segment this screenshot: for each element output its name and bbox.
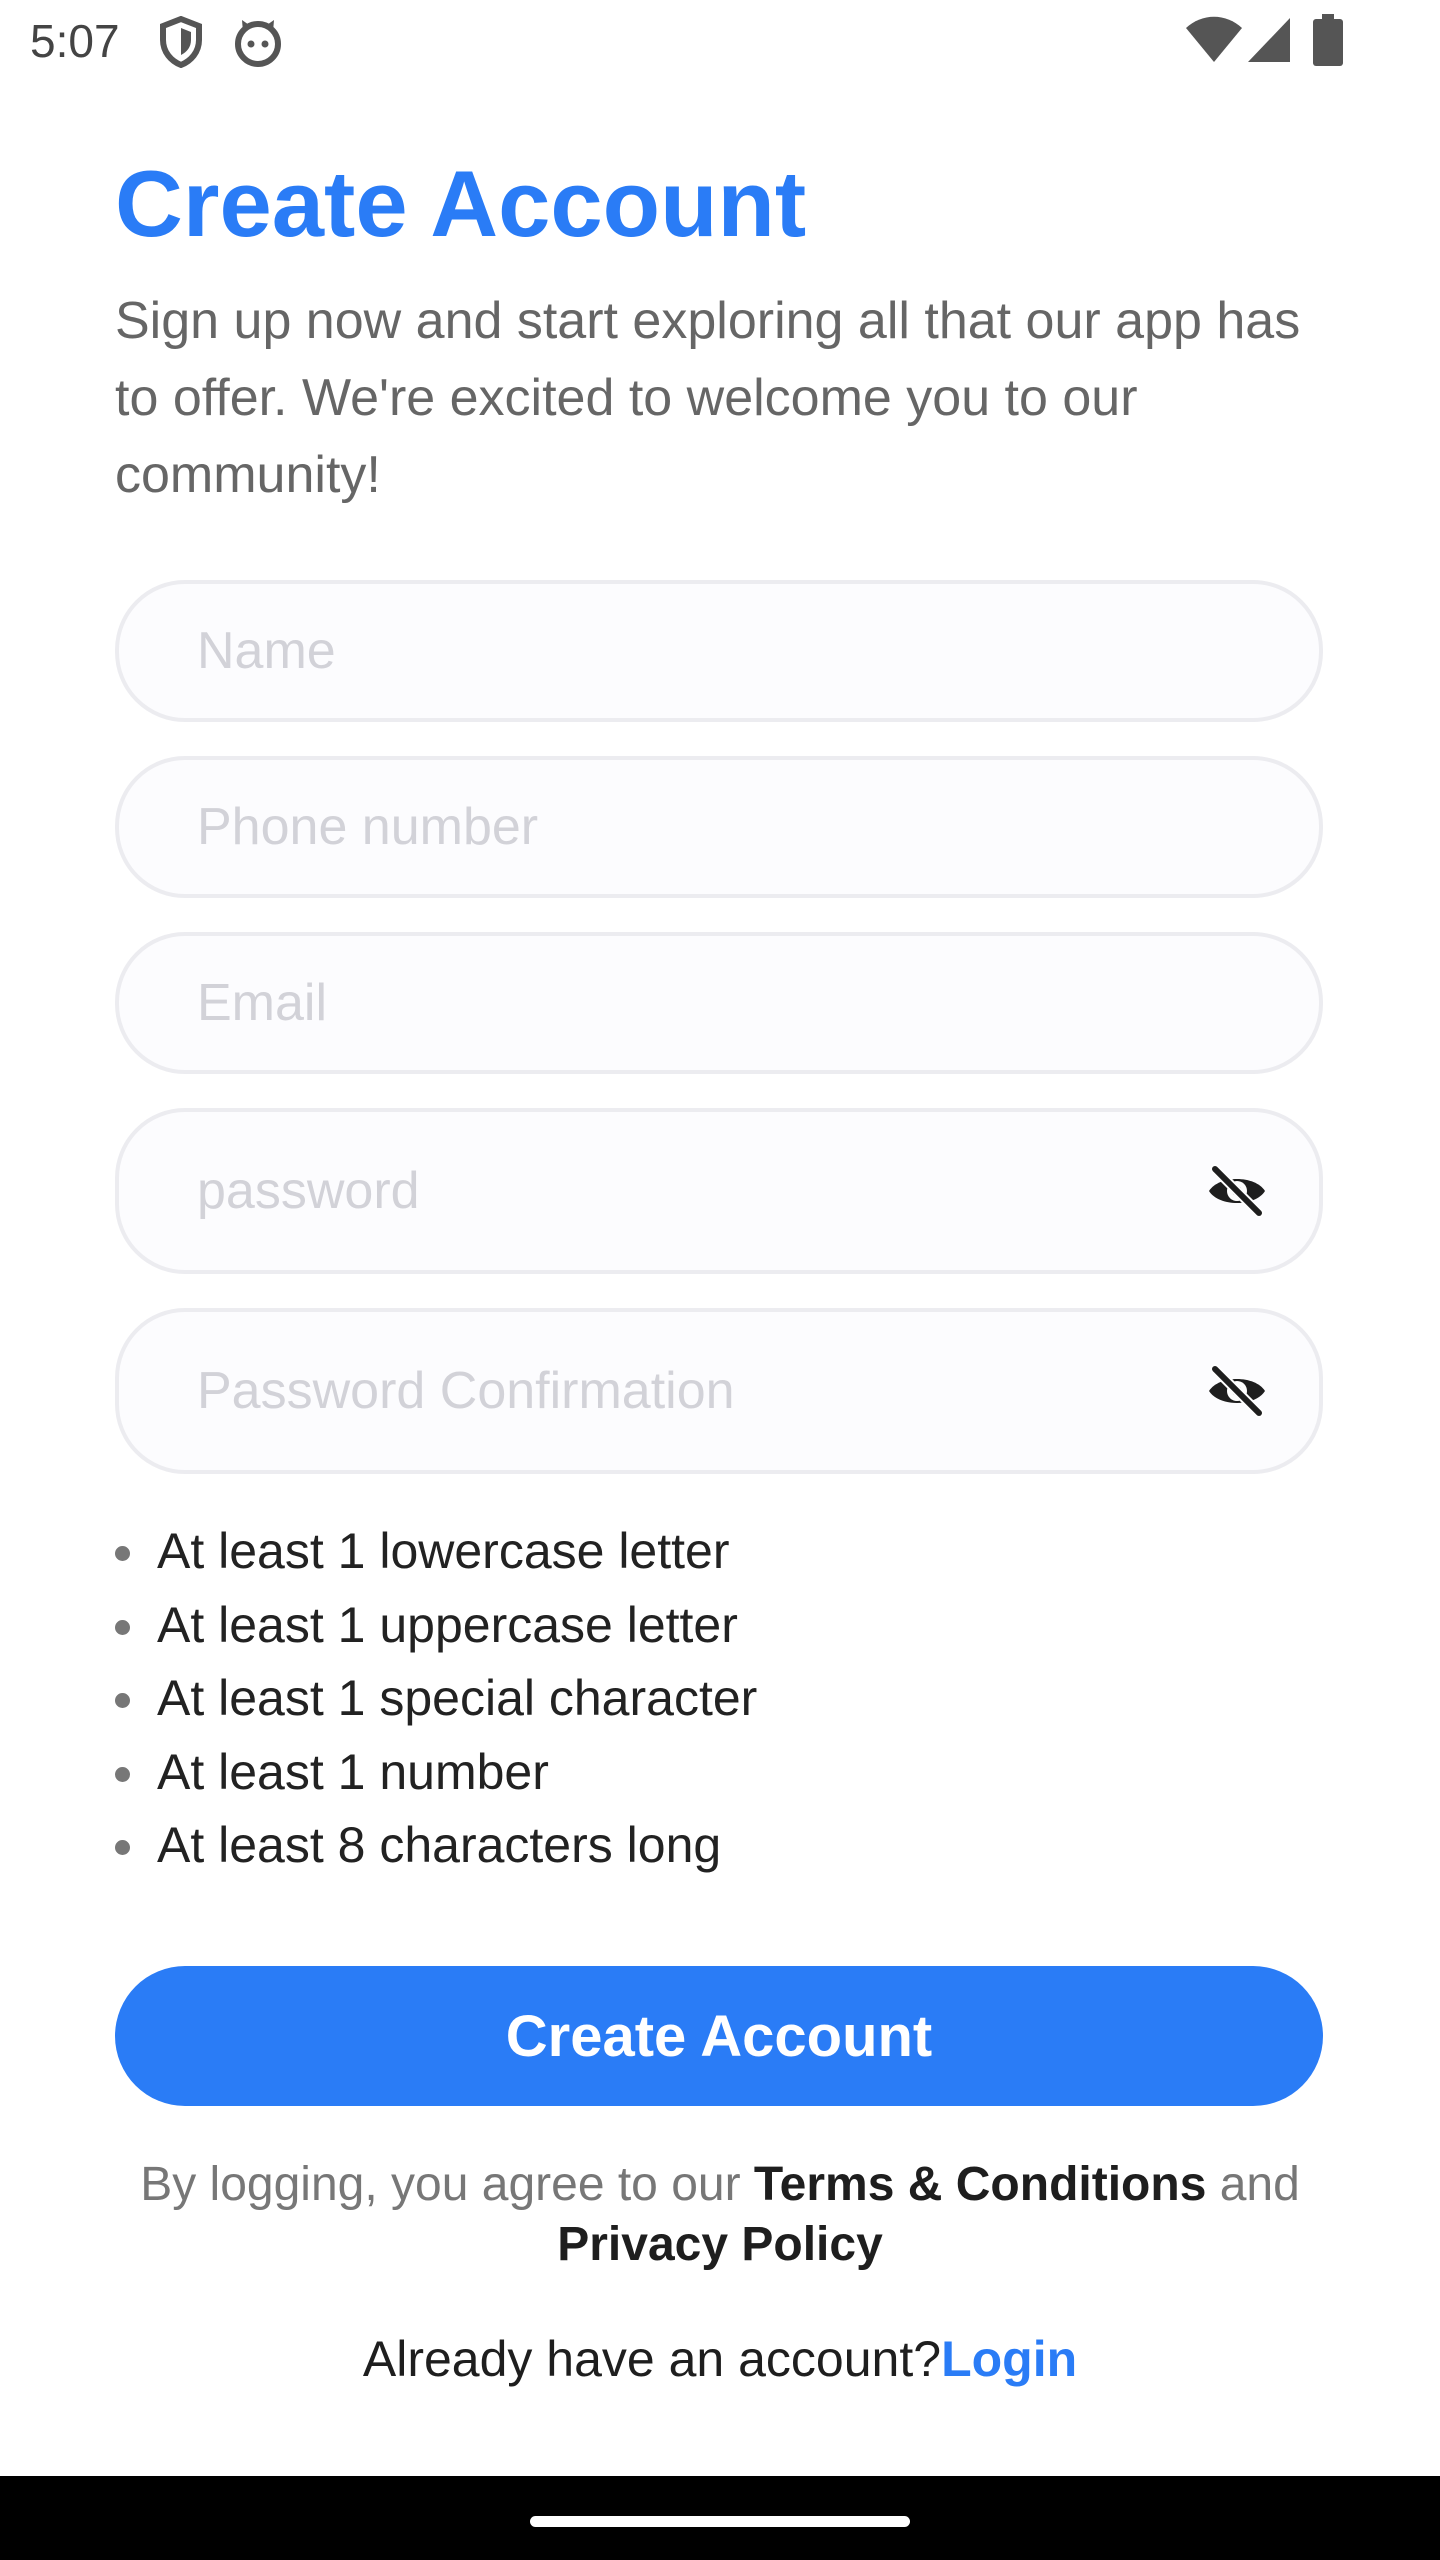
- eye-off-icon[interactable]: [1205, 1359, 1269, 1423]
- signal-icon: [1248, 18, 1290, 62]
- password-confirmation-field[interactable]: [115, 1308, 1323, 1474]
- privacy-policy-link[interactable]: Privacy Policy: [557, 2218, 883, 2271]
- terms-notice: By logging, you agree to our Terms & Con…: [0, 2155, 1440, 2275]
- home-gesture-handle[interactable]: [530, 2516, 910, 2527]
- email-input[interactable]: [195, 936, 1159, 1070]
- cat-face-icon: [235, 20, 281, 67]
- battery-icon: [1313, 14, 1343, 66]
- status-bar: 5:07: [0, 0, 1440, 84]
- create-account-button[interactable]: Create Account: [115, 1966, 1323, 2106]
- page-subtitle: Sign up now and start exploring all that…: [115, 292, 1301, 504]
- name-field[interactable]: [115, 580, 1323, 722]
- list-item: At least 1 number: [115, 1736, 757, 1810]
- eye-off-icon[interactable]: [1205, 1159, 1269, 1223]
- terms-conditions-link[interactable]: Terms & Conditions: [754, 2158, 1206, 2211]
- status-time: 5:07: [30, 15, 120, 67]
- system-nav-bar: [0, 2476, 1440, 2560]
- login-prompt: Already have an account?Login: [0, 2330, 1440, 2388]
- password-confirmation-input[interactable]: [195, 1312, 1159, 1470]
- name-input[interactable]: [195, 584, 1159, 718]
- email-field[interactable]: [115, 932, 1323, 1074]
- list-item: At least 8 characters long: [115, 1809, 757, 1883]
- list-item: At least 1 special character: [115, 1662, 757, 1736]
- password-requirements-list: At least 1 lowercase letter At least 1 u…: [115, 1515, 757, 1883]
- terms-prefix: By logging, you agree to our: [140, 2158, 754, 2211]
- page-title: Create Account: [115, 151, 807, 256]
- list-item: At least 1 lowercase letter: [115, 1515, 757, 1589]
- login-prompt-text: Already have an account?: [362, 2331, 942, 2387]
- terms-conjunction: and: [1206, 2158, 1300, 2211]
- phone-input[interactable]: [195, 760, 1159, 894]
- list-item: At least 1 uppercase letter: [115, 1589, 757, 1663]
- phone-field[interactable]: [115, 756, 1323, 898]
- wifi-icon: [1186, 16, 1242, 62]
- shield-icon: [160, 16, 202, 68]
- password-input[interactable]: [195, 1112, 1159, 1270]
- login-link[interactable]: Login: [941, 2331, 1077, 2387]
- password-field[interactable]: [115, 1108, 1323, 1274]
